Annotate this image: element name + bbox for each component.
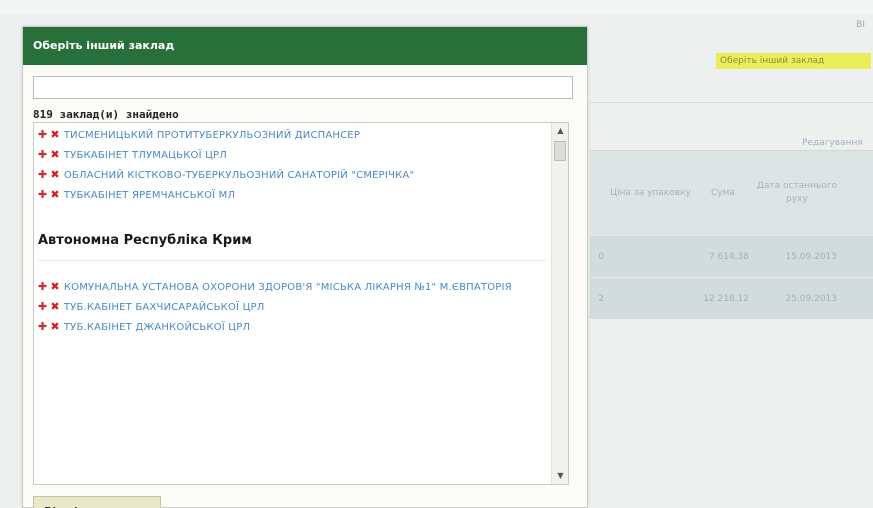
x-icon[interactable]: ✖ — [50, 188, 59, 201]
region-heading: Автономна Республіка Крим — [38, 233, 546, 261]
bg-cell: 7 614,38 — [708, 251, 749, 262]
plus-icon[interactable]: ✚ — [38, 148, 47, 161]
choose-institution-dialog: Оберіть інший заклад 819 заклад(и) знайд… — [22, 26, 588, 508]
plus-icon[interactable]: ✚ — [38, 320, 47, 333]
list-item-label[interactable]: ОБЛАСНИЙ КІСТКОВО-ТУБЕРКУЛЬОЗНИЙ САНАТОР… — [64, 170, 414, 181]
list-item-label[interactable]: ТУБКАБІНЕТ ЯРЕМЧАНСЬКОЇ МЛ — [64, 190, 235, 201]
x-icon[interactable]: ✖ — [50, 168, 59, 181]
scroll-down-arrow-icon[interactable]: ▼ — [552, 468, 568, 484]
scrollbar-thumb[interactable] — [554, 141, 566, 161]
bg-cell: 15.09.2013 — [785, 251, 837, 262]
table-row: 0 7 614,38 15.09.2013 — [590, 235, 873, 277]
list-item-label[interactable]: ТИСМЕНИЦЬКИЙ ПРОТИТУБЕРКУЛЬОЗНИЙ ДИСПАНС… — [64, 130, 360, 141]
table-row: 2 12 218,12 25.09.2013 — [590, 277, 873, 319]
search-input[interactable] — [33, 76, 573, 99]
bg-col-price: Ціна за упаковку — [610, 187, 691, 198]
bg-col-qty — [590, 151, 608, 235]
list-item[interactable]: ✚ ✖ ТУБКАБІНЕТ ЯРЕМЧАНСЬКОЇ МЛ — [38, 185, 546, 205]
scroll-up-arrow-icon[interactable]: ▲ — [552, 123, 568, 139]
cancel-button[interactable]: Відміни — [33, 496, 161, 508]
plus-icon[interactable]: ✚ — [38, 280, 47, 293]
edit-link[interactable]: Редагування — [802, 138, 863, 148]
list-item[interactable]: ✚ ✖ ТУБКАБІНЕТ ТЛУМАЦЬКОЇ ЦРЛ — [38, 145, 546, 165]
list-item[interactable]: ✚ ✖ ТУБ.КАБІНЕТ БАХЧИСАРАЙСЬКОЇ ЦРЛ — [38, 297, 546, 317]
bg-cell: 2 — [598, 293, 604, 304]
background-top-bar — [0, 0, 873, 14]
background-table: Ціна за упаковку Сума Дата останнього ру… — [590, 150, 873, 319]
list-item[interactable]: ✚ ✖ ТУБ.КАБІНЕТ ДЖАНКОЙСЬКОЇ ЦРЛ — [38, 317, 546, 337]
bg-cell: 25.09.2013 — [785, 293, 837, 304]
plus-icon[interactable]: ✚ — [38, 300, 47, 313]
background-table-header: Ціна за упаковку Сума Дата останнього ру… — [590, 150, 873, 235]
bg-col-date: Дата останнього руху — [756, 181, 838, 204]
x-icon[interactable]: ✖ — [50, 300, 59, 313]
found-count: 819 заклад(и) знайдено — [33, 108, 179, 121]
list-item[interactable]: ✚ ✖ КОМУНАЛЬНА УСТАНОВА ОХОРОНИ ЗДОРОВ'Я "… — [38, 277, 546, 297]
list-item-label[interactable]: ТУБ.КАБІНЕТ ДЖАНКОЙСЬКОЇ ЦРЛ — [64, 322, 250, 333]
plus-icon[interactable]: ✚ — [38, 168, 47, 181]
list-item-label[interactable]: ТУБ.КАБІНЕТ БАХЧИСАРАЙСЬКОЇ ЦРЛ — [64, 302, 265, 313]
plus-icon[interactable]: ✚ — [38, 128, 47, 141]
bg-cell: 0 — [598, 251, 604, 262]
bg-cell: 12 218,12 — [703, 293, 749, 304]
background-top-right-text: ВІ — [856, 20, 865, 30]
x-icon[interactable]: ✖ — [50, 148, 59, 161]
institution-list-content: ✚ ✖ ТИСМЕНИЦЬКИЙ ПРОТИТУБЕРКУЛЬОЗНИЙ ДИСПА… — [34, 123, 550, 484]
choose-other-institution-link[interactable]: Оберіть інший заклад — [716, 53, 871, 69]
list-item-label[interactable]: КОМУНАЛЬНА УСТАНОВА ОХОРОНИ ЗДОРОВ'Я "МІ… — [64, 282, 512, 293]
list-item[interactable]: ✚ ✖ ТИСМЕНИЦЬКИЙ ПРОТИТУБЕРКУЛЬОЗНИЙ ДИСПА… — [38, 125, 546, 145]
list-item-label[interactable]: ТУБКАБІНЕТ ТЛУМАЦЬКОЇ ЦРЛ — [64, 150, 227, 161]
x-icon[interactable]: ✖ — [50, 128, 59, 141]
background-divider — [590, 102, 873, 103]
list-item[interactable]: ✚ ✖ ОБЛАСНИЙ КІСТКОВО-ТУБЕРКУЛЬОЗНИЙ САНАТ… — [38, 165, 546, 185]
bg-col-sum: Сума — [711, 187, 735, 198]
institution-list[interactable]: ✚ ✖ ТИСМЕНИЦЬКИЙ ПРОТИТУБЕРКУЛЬОЗНИЙ ДИСПА… — [33, 122, 569, 485]
x-icon[interactable]: ✖ — [50, 320, 59, 333]
dialog-title: Оберіть інший заклад — [23, 27, 587, 65]
plus-icon[interactable]: ✚ — [38, 188, 47, 201]
list-scrollbar[interactable]: ▲ ▼ — [551, 123, 568, 484]
x-icon[interactable]: ✖ — [50, 280, 59, 293]
